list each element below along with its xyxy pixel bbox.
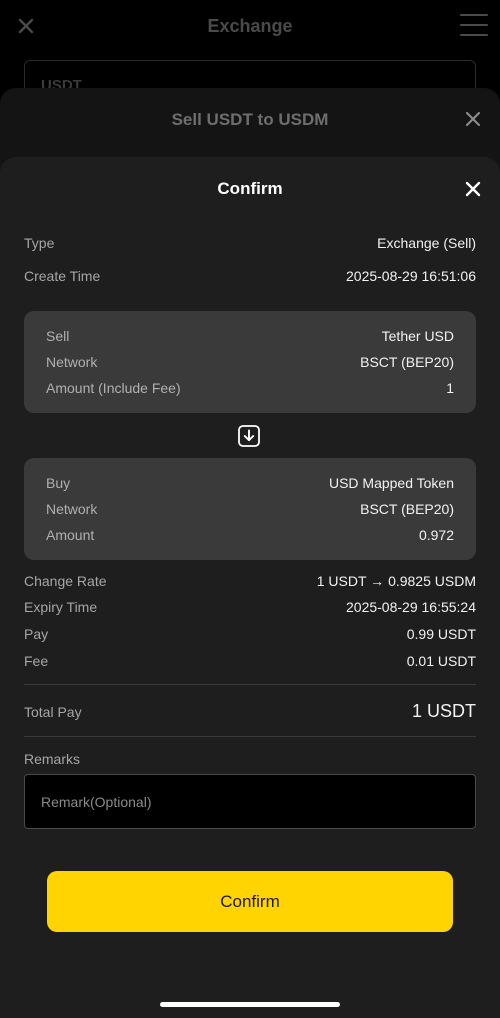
sell-asset-value: Tether USD [381,328,454,344]
home-indicator [160,1002,340,1007]
expiry-time-value: 2025-08-29 16:55:24 [346,599,476,615]
buy-amount-row: Amount 0.972 [46,527,454,543]
sell-network-label: Network [46,354,98,370]
sell-network-row: Network BSCT (BEP20) [46,354,454,370]
buy-network-row: Network BSCT (BEP20) [46,501,454,517]
arrow-down-box-icon [238,425,260,447]
fee-label: Fee [24,653,49,669]
type-value: Exchange (Sell) [377,235,476,251]
buy-box: Buy USD Mapped Token Network BSCT (BEP20… [24,458,476,560]
remarks-input[interactable] [24,774,476,829]
buy-asset-label: Buy [46,475,71,491]
exchange-title: Exchange [207,16,293,36]
divider [24,684,476,685]
create-time-label: Create Time [24,268,101,284]
create-time-value: 2025-08-29 16:51:06 [346,268,476,284]
fee-row: Fee 0.01 USDT [24,653,476,669]
hamburger-menu-icon[interactable] [460,14,488,38]
sell-amount-label: Amount (Include Fee) [46,380,181,396]
total-pay-row: Total Pay 1 USDT [24,701,476,722]
sell-sheet-title: Sell USDT to USDM [171,110,329,129]
fee-value: 0.01 USDT [406,653,476,669]
sell-asset-label: Sell [46,328,70,344]
type-label: Type [24,235,55,251]
sell-amount-value: 1 [446,380,454,396]
divider [24,736,476,737]
close-icon[interactable] [464,110,482,128]
expiry-time-label: Expiry Time [24,599,98,615]
create-time-row: Create Time 2025-08-29 16:51:06 [24,268,476,284]
confirm-sheet-title: Confirm [217,179,283,198]
pay-label: Pay [24,626,49,642]
remarks-label: Remarks [24,751,81,767]
sell-asset-row: Sell Tether USD [46,328,454,344]
buy-network-label: Network [46,501,98,517]
type-row: Type Exchange (Sell) [24,235,476,251]
close-icon[interactable] [464,180,482,198]
total-pay-label: Total Pay [24,703,82,720]
buy-asset-row: Buy USD Mapped Token [46,475,454,491]
expiry-time-row: Expiry Time 2025-08-29 16:55:24 [24,599,476,615]
buy-asset-value: USD Mapped Token [328,475,454,491]
exchange-header: Exchange [0,0,500,56]
pay-value: 0.99 USDT [406,626,476,642]
change-rate-value: 1 USDT → 0.9825 USDM [316,573,476,589]
buy-amount-value: 0.972 [418,527,454,543]
confirm-sheet: Confirm Type Exchange (Sell) Create Time… [0,157,500,1018]
pay-row: Pay 0.99 USDT [24,626,476,642]
buy-network-value: BSCT (BEP20) [360,501,454,517]
sell-amount-row: Amount (Include Fee) 1 [46,380,454,396]
sell-box: Sell Tether USD Network BSCT (BEP20) Amo… [24,311,476,413]
total-pay-value: 1 USDT [411,701,476,721]
sell-network-value: BSCT (BEP20) [360,354,454,370]
confirm-button[interactable]: Confirm [47,871,453,932]
change-rate-row: Change Rate 1 USDT → 0.9825 USDM [24,573,476,589]
change-rate-label: Change Rate [24,573,107,589]
buy-amount-label: Amount [46,527,95,543]
